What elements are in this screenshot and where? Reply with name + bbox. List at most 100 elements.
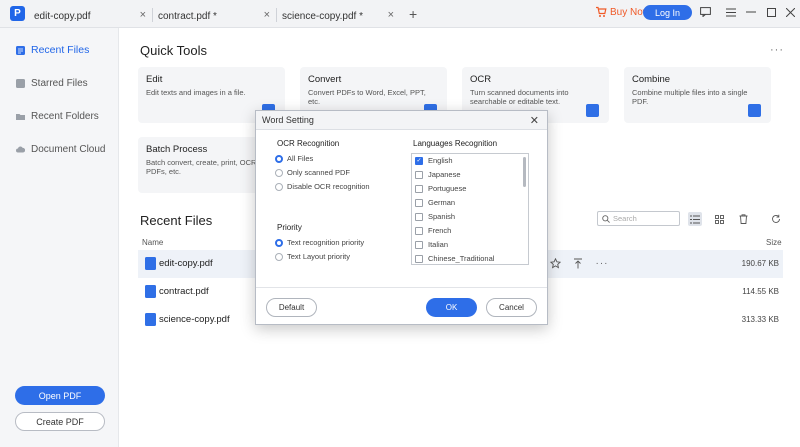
file-size: 190.67 KB	[741, 259, 779, 268]
search-input[interactable]	[613, 214, 675, 223]
delete-icon[interactable]	[736, 212, 750, 226]
lang-item-portuguese[interactable]: Portuguese	[415, 184, 466, 193]
star-icon[interactable]	[548, 256, 562, 270]
lang-label: Chinese_Traditional	[428, 254, 495, 263]
feedback-icon[interactable]	[698, 5, 712, 19]
sidebar: Recent Files Starred Files Recent Folder…	[0, 28, 119, 447]
more-options-icon[interactable]: ···	[770, 44, 784, 56]
dialog-divider	[256, 287, 547, 288]
column-header-name[interactable]: Name	[142, 238, 163, 247]
recent-files-title: Recent Files	[140, 213, 213, 228]
checkbox-icon	[415, 240, 423, 249]
pdf-file-icon	[145, 285, 156, 298]
lang-label: Japanese	[428, 170, 461, 179]
star-icon	[16, 78, 25, 88]
lang-item-french[interactable]: French	[415, 226, 451, 235]
more-options-icon[interactable]: ···	[595, 256, 609, 270]
folder-icon	[16, 113, 25, 120]
tool-card-title: OCR	[470, 74, 492, 85]
sidebar-item-document-cloud[interactable]: Document Cloud	[0, 136, 119, 162]
ok-button[interactable]: OK	[426, 298, 477, 317]
radio-all-files[interactable]: All Files	[275, 154, 313, 163]
radio-disable-ocr[interactable]: Disable OCR recognition	[275, 182, 370, 191]
languages-recognition-label: Languages Recognition	[413, 139, 498, 148]
sidebar-item-label: Document Cloud	[31, 143, 106, 155]
lang-item-english[interactable]: ✓ English	[415, 156, 453, 165]
recent-files-icon	[16, 45, 25, 55]
radio-only-scanned-pdf[interactable]: Only scanned PDF	[275, 168, 350, 177]
column-header-size[interactable]: Size	[766, 238, 782, 247]
search-icon	[602, 214, 610, 223]
sidebar-item-starred-files[interactable]: Starred Files	[0, 70, 119, 96]
lang-label: German	[428, 198, 456, 207]
tool-card-desc: Combine multiple files into a single PDF…	[632, 88, 748, 107]
pdf-file-icon	[145, 313, 156, 326]
lang-item-italian[interactable]: Italian	[415, 240, 448, 249]
tool-card-title: Edit	[146, 74, 163, 85]
tab-edit-copy[interactable]: edit-copy.pdf ×	[34, 4, 152, 28]
scrollbar[interactable]	[523, 157, 526, 187]
open-pdf-button[interactable]: Open PDF	[15, 386, 105, 405]
file-name: science-copy.pdf	[159, 314, 230, 325]
buy-now-button[interactable]: Buy Now	[595, 6, 650, 18]
tool-card-desc: Turn scanned documents into searchable o…	[470, 88, 569, 107]
radio-label: Text recognition priority	[287, 238, 365, 247]
tab-contract[interactable]: contract.pdf * ×	[158, 4, 276, 28]
lang-label: English	[428, 156, 453, 165]
radio-label: Text Layout priority	[287, 252, 350, 261]
tool-card-desc: Edit texts and images in a file.	[146, 88, 246, 97]
sidebar-item-recent-files[interactable]: Recent Files	[0, 37, 119, 63]
tool-card-title: Combine	[632, 74, 671, 85]
checkbox-checked-icon: ✓	[415, 156, 423, 165]
new-tab-plus-icon[interactable]: +	[409, 6, 417, 22]
radio-text-recognition-priority[interactable]: Text recognition priority	[275, 238, 364, 247]
lang-item-japanese[interactable]: Japanese	[415, 170, 461, 179]
lang-item-german[interactable]: German	[415, 198, 455, 207]
app-logo-icon: P	[10, 6, 25, 21]
lang-label: Portuguese	[428, 184, 467, 193]
lang-label: French	[428, 226, 452, 235]
close-icon[interactable]: ✕	[530, 114, 539, 127]
tool-card-title: Convert	[308, 74, 342, 85]
file-name: edit-copy.pdf	[159, 258, 213, 269]
checkbox-icon	[415, 226, 423, 235]
upload-icon[interactable]	[571, 256, 585, 270]
default-button[interactable]: Default	[266, 298, 317, 317]
grid-view-icon[interactable]	[712, 212, 726, 226]
tab-science-copy[interactable]: science-copy.pdf * ×	[282, 4, 400, 28]
close-window-icon[interactable]	[783, 5, 797, 19]
log-in-button[interactable]: Log In	[643, 5, 692, 20]
lang-item-chinese-traditional[interactable]: Chinese_Traditional	[415, 254, 494, 263]
languages-list[interactable]: ✓ English Japanese Portuguese German Span…	[411, 153, 529, 265]
sidebar-item-recent-folders[interactable]: Recent Folders	[0, 103, 119, 129]
checkbox-icon	[415, 212, 423, 221]
quick-tools-title: Quick Tools	[140, 43, 207, 58]
tab-divider	[276, 8, 277, 22]
sidebar-item-label: Recent Files	[31, 44, 90, 56]
lang-label: Spanish	[428, 212, 456, 221]
close-icon[interactable]: ×	[140, 9, 146, 21]
radio-selected-icon	[275, 238, 283, 247]
radio-text-layout-priority[interactable]: Text Layout priority	[275, 252, 350, 261]
cloud-icon	[16, 146, 25, 152]
lang-item-spanish[interactable]: Spanish	[415, 212, 455, 221]
search-box	[597, 211, 680, 226]
file-size: 313.33 KB	[741, 315, 779, 324]
tab-label: contract.pdf *	[158, 10, 217, 22]
radio-label: Disable OCR recognition	[287, 182, 370, 191]
radio-label: Only scanned PDF	[287, 168, 350, 177]
maximize-icon[interactable]	[764, 5, 778, 19]
tool-card-combine[interactable]: Combine Combine multiple files into a si…	[624, 67, 771, 123]
sidebar-item-label: Starred Files	[31, 77, 88, 89]
list-view-icon[interactable]	[688, 212, 702, 226]
minimize-icon[interactable]	[744, 5, 758, 19]
file-name: contract.pdf	[159, 286, 209, 297]
close-icon[interactable]: ×	[388, 9, 394, 21]
create-pdf-button[interactable]: Create PDF	[15, 412, 105, 431]
cancel-button[interactable]: Cancel	[486, 298, 537, 317]
refresh-icon[interactable]	[769, 212, 783, 226]
checkbox-icon	[415, 184, 423, 193]
combine-icon	[748, 104, 761, 117]
close-icon[interactable]: ×	[264, 9, 270, 21]
menu-icon[interactable]	[724, 5, 738, 19]
